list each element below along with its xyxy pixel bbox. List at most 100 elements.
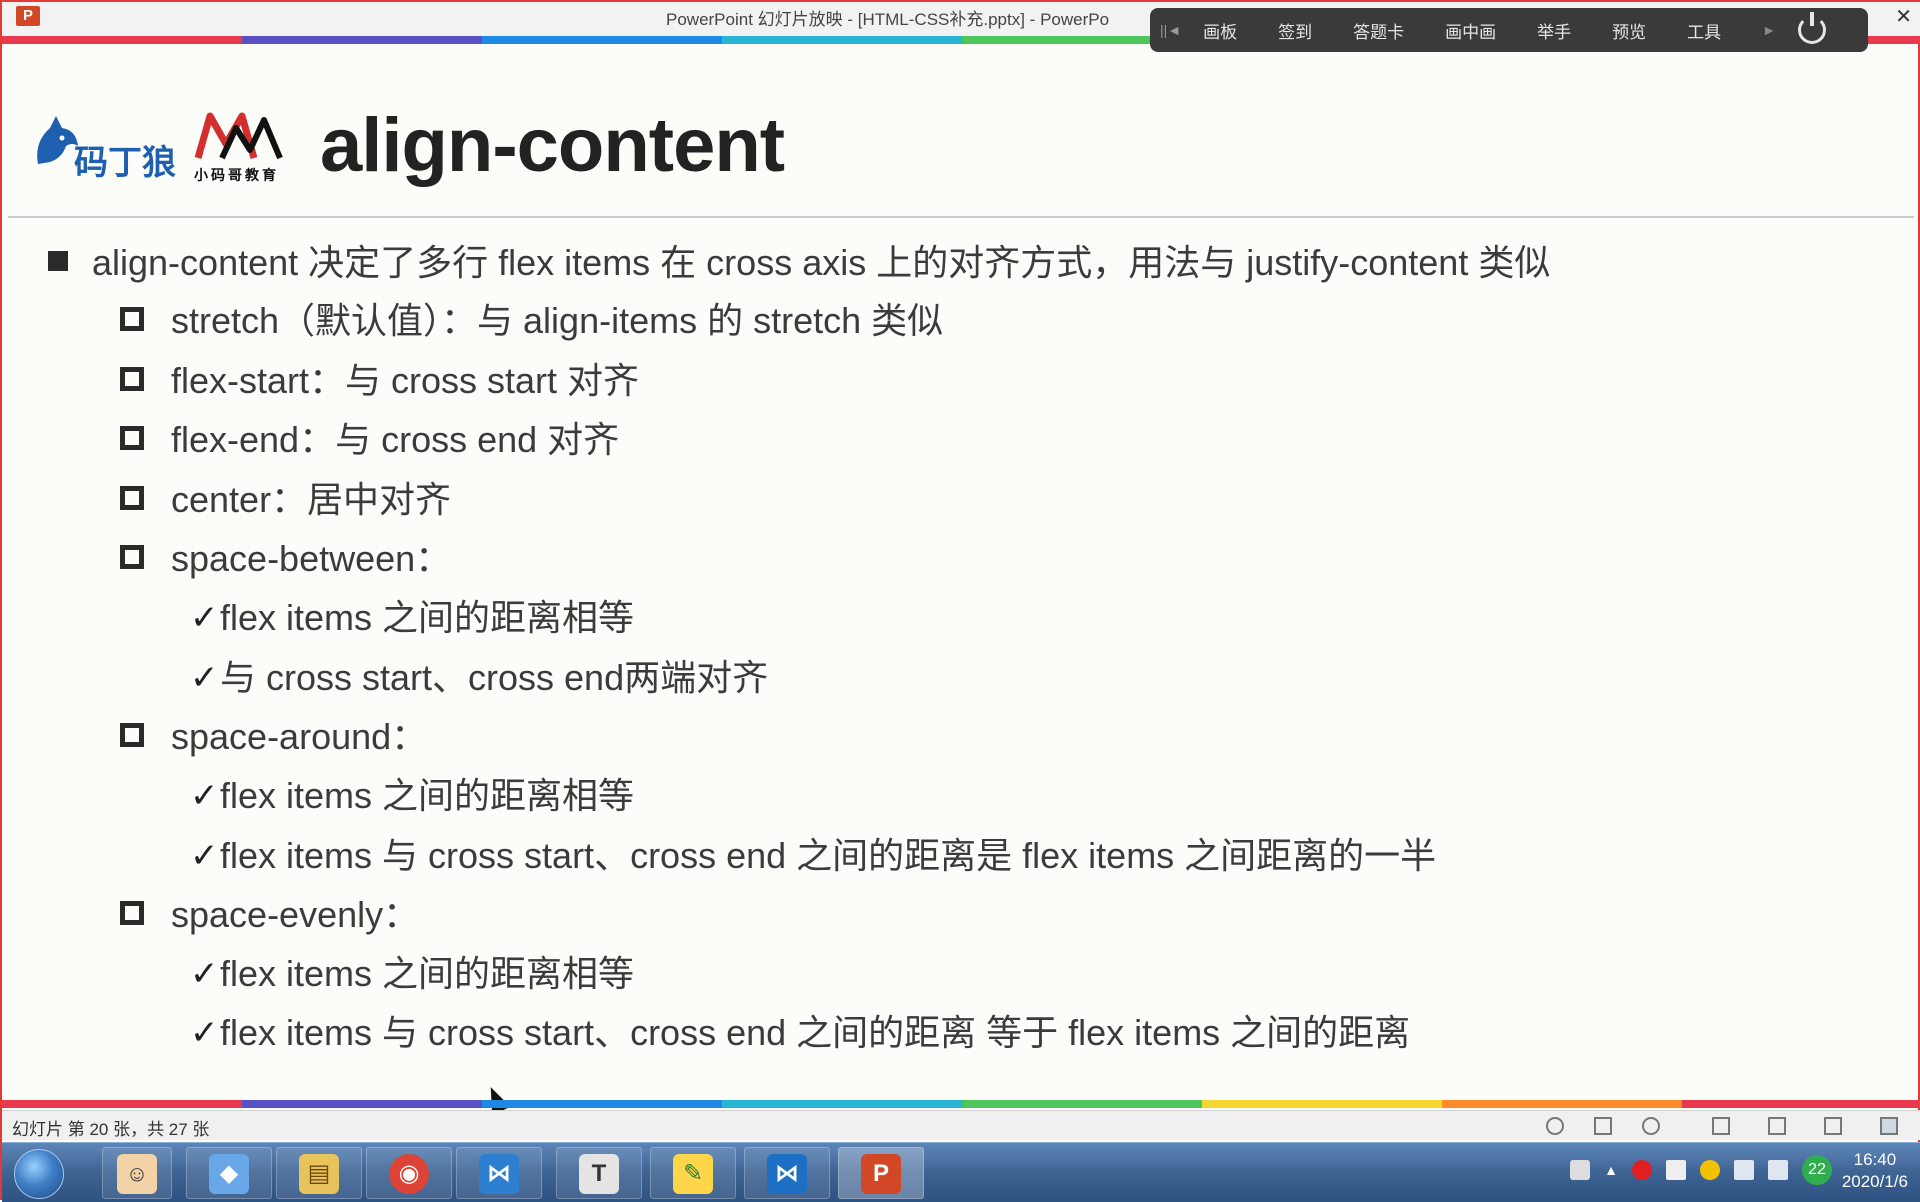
hollow-square-bullet-icon [120, 901, 144, 926]
collapse-toolbar-icon[interactable]: ||◄ [1160, 22, 1181, 38]
bottom-color-strip [2, 1100, 1920, 1108]
bullet-text: flex items 与 cross start、cross end 之间的距离… [220, 835, 1437, 877]
taskbar-app-explorer[interactable]: ▤ [276, 1147, 362, 1199]
slide-counter: 幻灯片 第 20 张，共 27 张 [12, 1120, 210, 1139]
vscode-icon-2: ⋈ [767, 1154, 807, 1194]
clock-date: 2020/1/6 [1841, 1172, 1908, 1191]
keyboard-icon[interactable] [1570, 1160, 1591, 1180]
system-tray: ▲ 22 [1570, 1155, 1832, 1185]
hollow-square-bullet-icon [120, 545, 144, 570]
bullet-item: center：居中对齐 [120, 476, 451, 522]
bullet-item: flex-start：与 cross start 对齐 [120, 357, 639, 403]
show-hidden-icons-icon[interactable]: ▲ [1604, 1162, 1618, 1178]
bullet-item: flex-end：与 cross end 对齐 [120, 416, 619, 462]
svg-text:码丁狼: 码丁狼 [74, 143, 176, 183]
bullet-text: space-evenly： [171, 894, 420, 936]
toolbar-item-answer-card[interactable]: 答题卡 [1353, 18, 1404, 43]
slide-sorter-icon[interactable] [1768, 1117, 1786, 1135]
bullet-item: space-between： [120, 535, 451, 581]
taskbar-user-avatar[interactable]: ☺ [102, 1147, 172, 1199]
powerpoint-slideshow-window: P PowerPoint 幻灯片放映 - [HTML-CSS补充.pptx] -… [0, 0, 1920, 1202]
taskbar-app-typora[interactable]: T [556, 1147, 642, 1199]
tray-notification-badge[interactable]: 22 [1802, 1155, 1832, 1185]
clock-time: 16:40 [1853, 1150, 1897, 1169]
volume-muted-icon[interactable] [1768, 1160, 1788, 1180]
file-explorer-icon: ▤ [299, 1154, 339, 1194]
bullet-text: stretch（默认值）：与 align-items 的 stretch 类似 [171, 300, 944, 342]
bullet-text: flex-end：与 cross end 对齐 [171, 419, 620, 461]
filled-square-bullet-icon [48, 251, 68, 272]
checkmark-bullet-icon: ✓ [190, 955, 219, 994]
previous-slide-icon[interactable] [1546, 1117, 1564, 1135]
taskbar-app-cube[interactable]: ◆ [186, 1147, 272, 1199]
bullet-item: stretch（默认值）：与 align-items 的 stretch 类似 [120, 297, 943, 343]
slideshow-view-icon[interactable] [1880, 1117, 1898, 1135]
bullet-text: flex items 之间的距离相等 [220, 953, 635, 995]
bullet-item: ✓flex items 之间的距离相等 [190, 772, 634, 818]
title-divider [8, 216, 1914, 218]
record-icon[interactable] [1632, 1160, 1652, 1180]
status-bar: 幻灯片 第 20 张，共 27 张 [2, 1110, 1920, 1140]
taskbar-app-vscode[interactable]: ⋈ [456, 1147, 542, 1199]
hollow-square-bullet-icon [120, 486, 144, 511]
power-icon[interactable] [1798, 12, 1826, 44]
bullet-text: align-content 决定了多行 flex items 在 cross a… [92, 242, 1551, 284]
taskbar-app-notepad[interactable]: ✎ [650, 1147, 736, 1199]
start-button-icon[interactable] [14, 1149, 64, 1199]
xiaomage-logo-caption: 小码哥教育 [194, 167, 279, 183]
toolbar-item-raise-hand[interactable]: 举手 [1537, 18, 1571, 43]
checkmark-bullet-icon: ✓ [190, 837, 219, 876]
bullet-item: space-around： [120, 713, 427, 759]
chrome-icon: ◉ [389, 1154, 429, 1194]
toolbar-item-drawing-board[interactable]: 画板 [1203, 18, 1237, 43]
toolbar-arrow-icon[interactable]: ► [1762, 22, 1776, 38]
checkmark-bullet-icon: ✓ [190, 777, 219, 816]
hollow-square-bullet-icon [120, 426, 144, 451]
normal-view-icon[interactable] [1712, 1117, 1730, 1135]
notepad-icon: ✎ [673, 1154, 713, 1194]
wolf-logo: 码丁狼 [37, 116, 176, 183]
toolbar-item-check-in[interactable]: 签到 [1278, 18, 1312, 43]
toolbar-item-picture-in-picture[interactable]: 画中画 [1445, 18, 1496, 43]
hollow-square-bullet-icon [120, 367, 144, 392]
bullet-text: flex items 与 cross start、cross end 之间的距离… [220, 1012, 1411, 1054]
bullet-text: 与 cross start、cross end两端对齐 [220, 657, 769, 699]
floating-toolbar: ||◄ 画板 签到 答题卡 画中画 举手 预览 工具 ► [1150, 8, 1868, 52]
3d-cube-icon: ◆ [209, 1154, 249, 1194]
bullet-item: ✓flex items 与 cross start、cross end 之间的距… [190, 832, 1436, 878]
taskbar-app-powerpoint[interactable]: P [838, 1147, 924, 1199]
close-icon[interactable]: ✕ [1895, 4, 1912, 29]
bullet-text: center：居中对齐 [171, 479, 452, 521]
checkmark-bullet-icon: ✓ [190, 1014, 219, 1053]
avatar: ☺ [117, 1154, 157, 1194]
bullet-text: flex items 之间的距离相等 [220, 597, 635, 639]
bullet-text: flex items 之间的距离相等 [220, 775, 635, 817]
system-clock[interactable]: 16:40 2020/1/6 [1842, 1149, 1908, 1193]
bullet-item: ✓flex items 与 cross start、cross end 之间的距… [190, 1009, 1410, 1055]
security-icon[interactable] [1700, 1160, 1720, 1180]
toolbar-item-preview[interactable]: 预览 [1612, 18, 1646, 43]
bullet-item: ✓flex items 之间的距离相等 [190, 950, 634, 996]
hollow-square-bullet-icon [120, 307, 144, 332]
checkmark-bullet-icon: ✓ [190, 659, 219, 698]
powerpoint-app-icon: P [16, 6, 40, 26]
slide-menu-icon[interactable] [1594, 1117, 1612, 1135]
action-center-flag-icon[interactable] [1666, 1160, 1686, 1180]
bullet-text: space-between： [171, 538, 452, 580]
bullet-item: ✓flex items 之间的距离相等 [190, 594, 634, 640]
typora-icon: T [579, 1154, 619, 1194]
network-icon[interactable] [1734, 1160, 1754, 1180]
next-slide-icon[interactable] [1642, 1117, 1660, 1135]
vscode-icon: ⋈ [479, 1154, 519, 1194]
bullet-item: space-evenly： [120, 891, 419, 937]
powerpoint-icon: P [861, 1154, 901, 1194]
toolbar-item-tools[interactable]: 工具 [1687, 18, 1721, 43]
taskbar-app-chrome[interactable]: ◉ [366, 1147, 452, 1199]
reading-view-icon[interactable] [1824, 1117, 1842, 1135]
hollow-square-bullet-icon [120, 723, 144, 748]
slide-title: align-content [320, 103, 785, 188]
checkmark-bullet-icon: ✓ [190, 599, 219, 638]
bullet-item: align-content 决定了多行 flex items 在 cross a… [48, 239, 1550, 285]
windows-taskbar: ☺ ◆ ▤ ◉ ⋈ T ✎ ⋈ P ▲ 22 16:40 2020/1/6 [2, 1142, 1920, 1202]
taskbar-app-vscode-2[interactable]: ⋈ [744, 1147, 830, 1199]
